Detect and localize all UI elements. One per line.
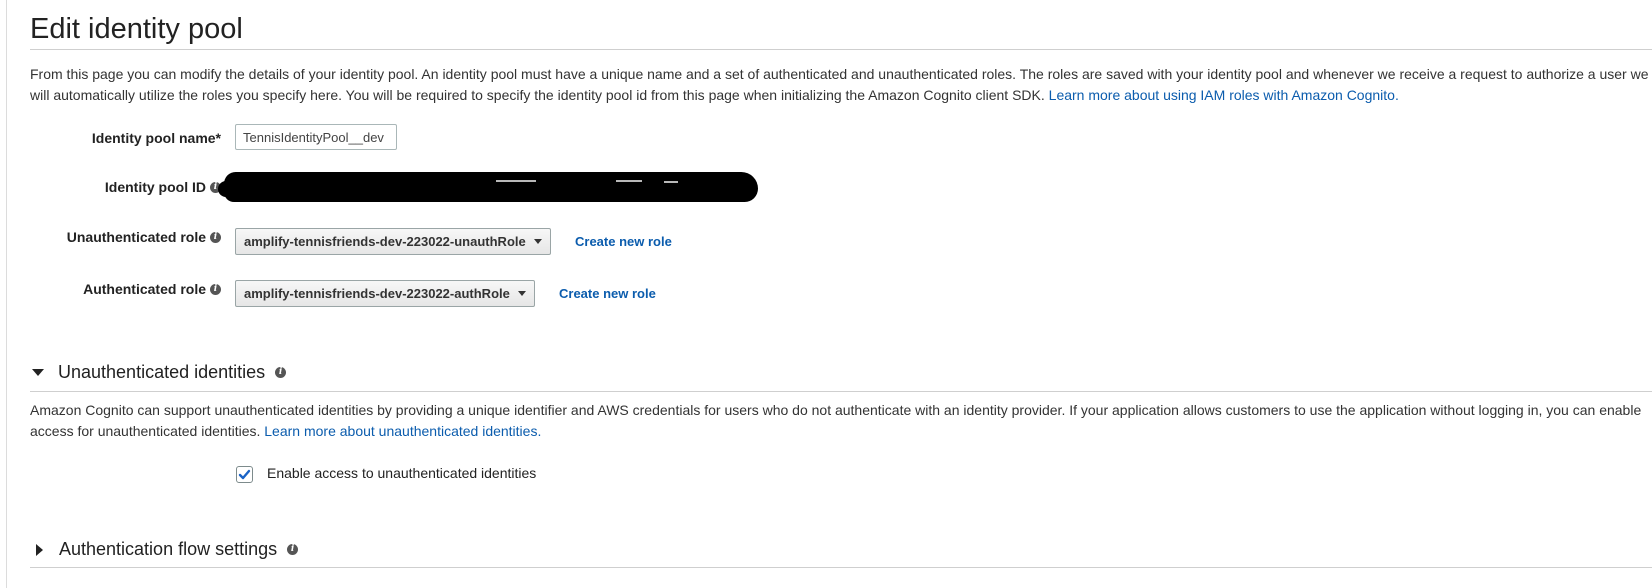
pool-name-input[interactable]: [235, 124, 397, 150]
title-divider: [30, 49, 1652, 50]
auth-role-value: amplify-tennisfriends-dev-223022-authRol…: [244, 286, 510, 301]
pool-name-label-text: Identity pool name*: [91, 130, 221, 146]
unauth-role-select[interactable]: amplify-tennisfriends-dev-223022-unauthR…: [235, 228, 551, 255]
caret-down-icon: [517, 291, 526, 296]
page-title: Edit identity pool: [30, 13, 243, 45]
auth-role-select[interactable]: amplify-tennisfriends-dev-223022-authRol…: [235, 280, 535, 307]
pool-id-label: Identity pool ID i: [105, 179, 221, 195]
description-text: From this page you can modify the detail…: [30, 66, 1649, 103]
pool-id-redaction: [218, 172, 758, 202]
caret-down-icon: [533, 239, 542, 244]
section-divider: [30, 391, 1652, 392]
triangle-right-icon: [36, 543, 43, 556]
unauth-learn-more-link[interactable]: Learn more about unauthenticated identit…: [264, 423, 541, 439]
unauth-identities-description: Amazon Cognito can support unauthenticat…: [30, 400, 1652, 442]
triangle-down-icon: [32, 369, 44, 376]
auth-flow-heading: Authentication flow settings: [59, 539, 278, 559]
pool-id-label-text: Identity pool ID: [104, 179, 206, 195]
info-icon[interactable]: i: [275, 367, 287, 378]
enable-unauth-checkbox[interactable]: [236, 466, 253, 483]
checkmark-icon: [238, 469, 251, 480]
page-description: From this page you can modify the detail…: [30, 64, 1652, 106]
edit-identity-pool-page: Edit identity pool From this page you ca…: [0, 0, 1652, 588]
enable-unauth-label[interactable]: Enable access to unauthenticated identit…: [267, 465, 536, 481]
create-auth-role-link[interactable]: Create new role: [559, 286, 656, 301]
info-icon[interactable]: i: [210, 283, 221, 295]
pool-name-label: Identity pool name*: [92, 130, 221, 146]
left-border: [6, 0, 7, 588]
create-unauth-role-link[interactable]: Create new role: [575, 234, 672, 249]
unauth-role-value: amplify-tennisfriends-dev-223022-unauthR…: [244, 234, 526, 249]
unauth-role-label-text: Unauthenticated role: [66, 229, 206, 245]
info-icon[interactable]: i: [210, 231, 221, 243]
auth-flow-settings-header[interactable]: Authentication flow settings i: [30, 539, 299, 560]
unauth-role-label: Unauthenticated role i: [67, 229, 221, 245]
auth-role-label: Authenticated role i: [83, 281, 221, 297]
info-icon[interactable]: i: [287, 544, 299, 555]
unauth-identities-header[interactable]: Unauthenticated identities i: [30, 362, 287, 383]
auth-role-label-text: Authenticated role: [83, 281, 206, 297]
iam-roles-learn-more-link[interactable]: Learn more about using IAM roles with Am…: [1049, 87, 1399, 103]
section-divider: [30, 567, 1652, 568]
unauth-identities-heading: Unauthenticated identities: [58, 362, 266, 382]
